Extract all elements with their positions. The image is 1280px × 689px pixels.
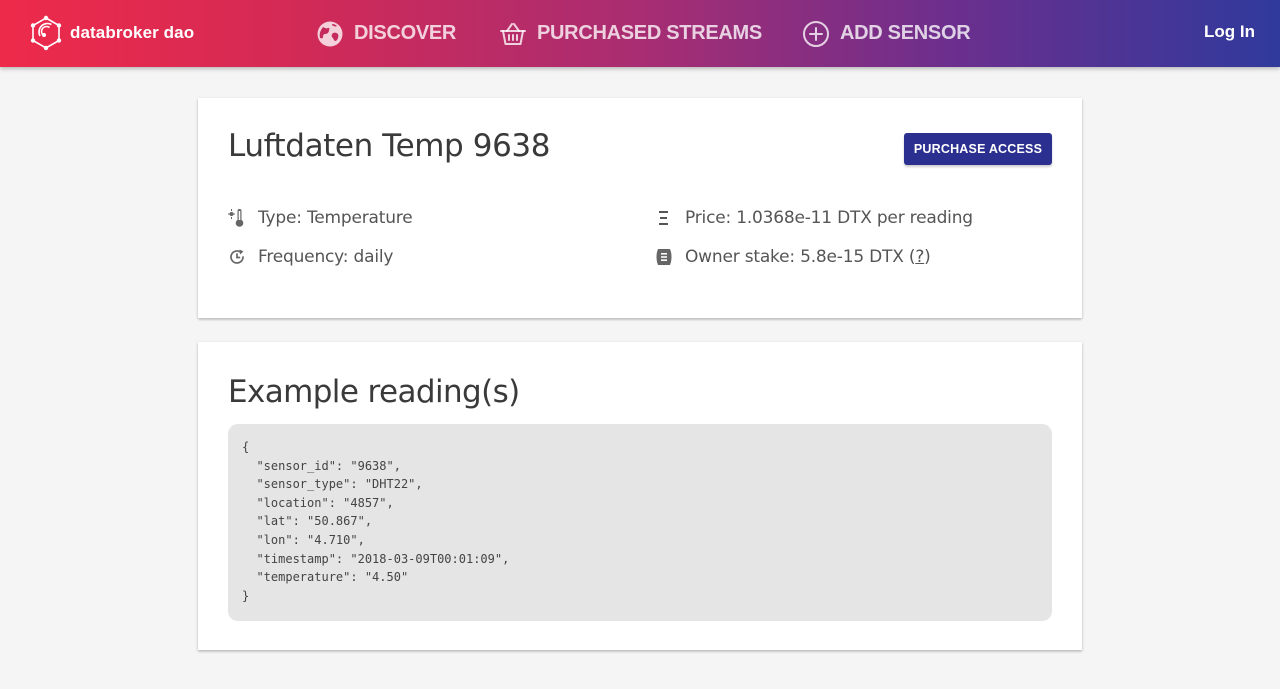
plus-circle-icon bbox=[803, 20, 829, 47]
sensor-title: Luftdaten Temp 9638 bbox=[228, 128, 551, 164]
owner-stake-text: Owner stake: 5.8e-15 DTX bbox=[685, 247, 904, 267]
sensor-detail-card: Luftdaten Temp 9638 PURCHASE ACCESS Type… bbox=[198, 98, 1082, 318]
sensor-type: Type: Temperature bbox=[228, 208, 413, 228]
owner-stake: Owner stake: 5.8e-15 DTX (?) bbox=[655, 247, 931, 267]
example-reading-card: Example reading(s) { "sensor_id": "9638"… bbox=[198, 342, 1082, 650]
owner-stake-help-link[interactable]: ? bbox=[915, 247, 924, 267]
sensor-frequency-text: Frequency: daily bbox=[258, 247, 394, 267]
nav-discover-label: DISCOVER bbox=[354, 22, 457, 44]
purchase-access-button[interactable]: PURCHASE ACCESS bbox=[904, 133, 1052, 165]
nav-add-sensor-label: ADD SENSOR bbox=[840, 22, 971, 44]
xi-currency-icon bbox=[659, 211, 668, 225]
brand-link[interactable]: databroker dao bbox=[28, 15, 194, 51]
thermometer-icon bbox=[228, 209, 244, 227]
nav-add-sensor[interactable]: ADD SENSOR bbox=[802, 0, 971, 67]
nav-purchased-streams-label: PURCHASED STREAMS bbox=[537, 22, 762, 44]
basket-icon bbox=[500, 22, 526, 45]
globe-icon bbox=[317, 21, 343, 46]
example-reading-code-block: { "sensor_id": "9638", "sensor_type": "D… bbox=[228, 424, 1052, 621]
sensor-frequency: Frequency: daily bbox=[228, 247, 393, 267]
badge-shield-icon bbox=[656, 249, 672, 265]
nav-purchased-streams[interactable]: PURCHASED STREAMS bbox=[499, 0, 762, 67]
login-link[interactable]: Log In bbox=[1204, 22, 1255, 42]
refresh-clock-icon bbox=[230, 249, 244, 264]
brand-name: databroker dao bbox=[70, 23, 195, 42]
example-reading-json: { "sensor_id": "9638", "sensor_type": "D… bbox=[242, 440, 510, 603]
sensor-price: Price: 1.0368e-11 DTX per reading bbox=[655, 208, 973, 228]
sensor-price-text: Price: 1.0368e-11 DTX per reading bbox=[685, 208, 973, 228]
brand-logo-icon bbox=[30, 15, 62, 51]
sensor-type-text: Type: Temperature bbox=[258, 208, 413, 228]
nav-discover[interactable]: DISCOVER bbox=[316, 0, 456, 67]
owner-stake-group: Owner stake: 5.8e-15 DTX (?) bbox=[685, 247, 931, 267]
example-reading-title: Example reading(s) bbox=[228, 374, 520, 410]
top-navbar: databroker dao DISCOVER PURCHASED STREAM… bbox=[0, 0, 1280, 67]
